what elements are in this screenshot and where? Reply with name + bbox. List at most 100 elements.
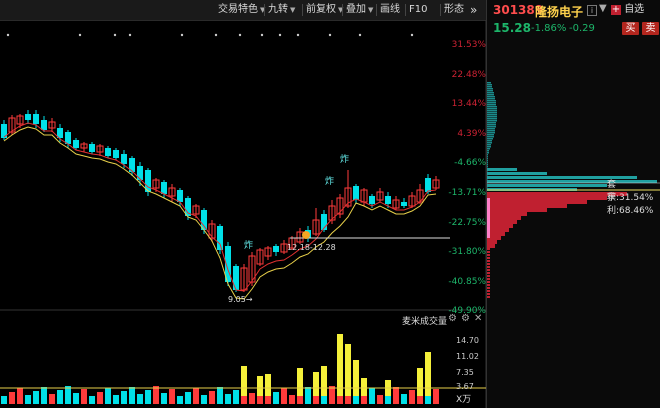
toolbar-divider <box>405 4 406 16</box>
volume-tick: 7.35 <box>456 368 474 377</box>
toolbar-item-2[interactable]: 前复权 ▼ <box>306 3 343 17</box>
buy-button[interactable]: 买 <box>622 22 639 35</box>
kline-chart[interactable]: 9.05→12.18-12.28炸炸炸 <box>0 20 486 408</box>
chip-bar-upper <box>487 122 496 124</box>
chart-toolbar: 交易特色 ▼ 九转 ▼ 前复权 ▼ 叠加 ▼ 画线 F10 形态» <box>0 0 486 21</box>
candle-body <box>25 114 31 120</box>
candle-body <box>401 202 407 206</box>
volume-bar <box>369 388 375 404</box>
chip-bar-lower <box>487 244 495 248</box>
sell-button[interactable]: 卖 <box>642 22 659 35</box>
marker-dot <box>113 33 117 37</box>
chip-bar-upper <box>487 148 490 150</box>
toolbar-item-3[interactable]: 叠加 ▼ <box>346 3 373 17</box>
info-icon[interactable]: i <box>587 5 597 16</box>
marker-dot <box>260 33 264 37</box>
change-percent: -1.86% <box>531 23 567 34</box>
chip-bar-lower <box>487 263 490 265</box>
chip-bar-lower <box>487 192 627 196</box>
toolbar-item-4[interactable]: 画线 <box>380 3 400 17</box>
candle-body <box>33 114 39 124</box>
change-amount: -0.29 <box>569 23 595 34</box>
marker-dot <box>128 33 132 37</box>
chip-bar-upper <box>487 156 488 158</box>
gear-icon[interactable]: ⚙ <box>448 313 457 324</box>
chip-bar-lower <box>487 228 509 232</box>
caret-down-icon: ▼ <box>368 6 374 14</box>
percent-tick: -40.85% <box>448 276 486 287</box>
stock-name: 隆扬电子 <box>535 5 584 19</box>
candle-body <box>41 120 47 130</box>
add-favorite-button[interactable]: + 自选 <box>611 3 659 17</box>
volume-bar <box>225 394 231 404</box>
volume-bar <box>169 389 175 404</box>
bomb-mark: 炸 <box>244 239 253 251</box>
chip-bar-lower <box>487 290 490 292</box>
percent-tick: 4.39% <box>457 128 486 139</box>
toolbar-divider <box>376 4 377 16</box>
toolbar-item-5[interactable]: F10 <box>409 3 427 17</box>
active-volume-bar <box>337 334 343 396</box>
chip-bar-upper <box>487 118 497 120</box>
add-favorite-label: 自选 <box>624 4 645 15</box>
chip-bar-lower <box>487 248 490 250</box>
toolbar-item-label: 九转 <box>268 4 288 15</box>
candle-body <box>353 186 359 200</box>
volume-bar <box>289 395 295 404</box>
volume-bar <box>305 387 311 404</box>
chip-bar-upper <box>487 108 497 110</box>
gear-icon[interactable]: ⚙ <box>461 313 470 324</box>
active-volume-bar <box>361 378 367 396</box>
candle-body <box>137 166 143 180</box>
volume-bar <box>113 395 119 404</box>
chip-bar-lower <box>487 216 521 220</box>
caret-down-icon: ▼ <box>290 6 296 14</box>
down-arrow-icon[interactable]: ▼ <box>599 3 607 14</box>
chip-bar-upper <box>487 150 489 152</box>
chip-bar-upper <box>487 140 492 142</box>
volume-bar <box>401 394 407 404</box>
chip-bar-lower <box>487 296 490 298</box>
volume-bar <box>353 396 359 404</box>
active-volume-bar <box>321 366 327 396</box>
volume-bar <box>377 395 383 404</box>
volume-bar <box>233 390 239 404</box>
candle-body <box>89 144 95 152</box>
toolbar-item-1[interactable]: 九转 ▼ <box>268 3 295 17</box>
chip-bar-lower <box>487 293 490 295</box>
right-panel: 301389 隆扬电子 i ▼ + 自选 15.28 -1.86% -0.29 … <box>486 0 660 408</box>
volume-bar <box>1 396 7 404</box>
toolbar-item-label: 画线 <box>380 4 400 15</box>
toolbar-divider <box>264 4 265 16</box>
percent-tick: 13.44% <box>451 99 486 110</box>
volume-bar <box>201 395 207 404</box>
volume-bar <box>217 387 223 404</box>
volume-tick: 11.02 <box>456 352 479 361</box>
chip-bar-upper <box>487 120 497 122</box>
marker-dot <box>328 33 332 37</box>
volume-bar <box>25 395 31 404</box>
chip-bar-upper <box>487 158 488 160</box>
volume-bar <box>73 393 79 404</box>
chip-bar-lower <box>487 200 587 204</box>
chip-bar-lower <box>487 272 490 274</box>
chip-bar-upper <box>487 110 497 112</box>
chip-bar-upper <box>487 114 497 116</box>
chip-bar-upper <box>487 116 497 118</box>
chip-bar-lower <box>487 254 490 256</box>
chip-bar-lower <box>487 275 490 277</box>
marker-dot <box>238 33 242 37</box>
chip-bar-upper <box>487 102 496 104</box>
close-icon[interactable]: ✕ <box>474 313 482 324</box>
percent-tick: -22.75% <box>448 217 486 228</box>
marker-dot <box>410 33 414 37</box>
expand-panel-icon[interactable]: » <box>470 3 477 17</box>
volume-bar <box>41 387 47 404</box>
chip-bar-upper <box>487 164 488 166</box>
toolbar-item-0[interactable]: 交易特色 ▼ <box>218 3 265 17</box>
chip-bar-lower <box>487 204 567 208</box>
toolbar-item-6[interactable]: 形态 <box>444 3 464 17</box>
volume-bar <box>137 394 143 404</box>
chip-bar-upper <box>487 112 497 114</box>
percent-tick: -4.66% <box>454 158 486 169</box>
